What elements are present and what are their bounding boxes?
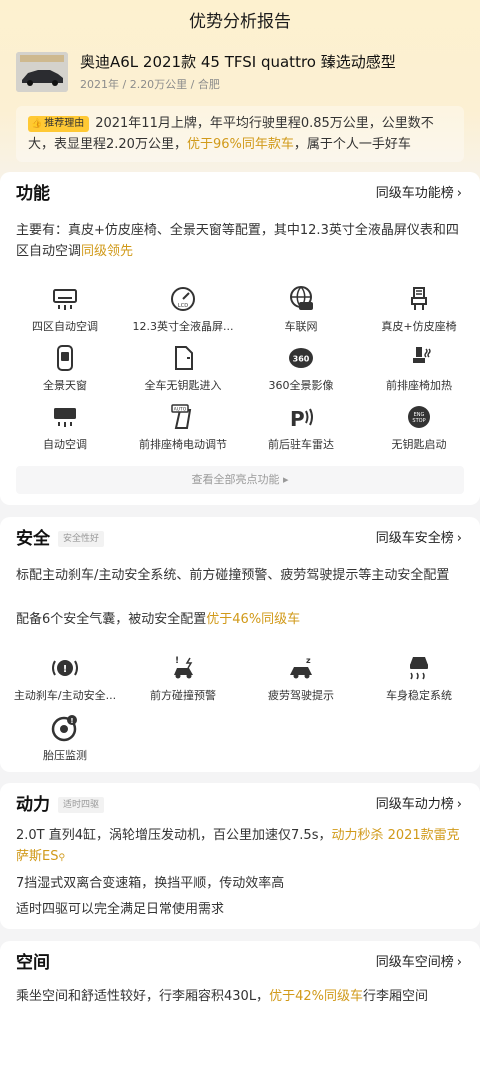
safety-tag: 安全性好 bbox=[58, 531, 105, 547]
push-start-icon: ENGSTOP bbox=[408, 406, 430, 428]
function-feature-item[interactable]: P 前后驻车雷达 bbox=[242, 402, 360, 453]
lcd-gauge-icon: LCD bbox=[171, 287, 195, 311]
function-feature-label: 自动空调 bbox=[43, 438, 87, 451]
svg-text:360: 360 bbox=[293, 355, 310, 364]
function-feature-item[interactable]: 四区自动空调 bbox=[6, 284, 124, 335]
recommend-highlight: 优于96%同年款车 bbox=[186, 137, 294, 152]
leather-seat-icon bbox=[411, 287, 427, 310]
recommend-badge: 👍 推荐理由 bbox=[28, 116, 90, 132]
auto-ac-icon bbox=[54, 408, 76, 427]
safety-feature-item[interactable]: ! 主动刹车/主动安全... bbox=[6, 653, 124, 704]
function-feature-label: 四区自动空调 bbox=[32, 320, 98, 333]
power-card: 动力 适时四驱 同级车动力榜 › 2.0T 直列4缸，涡轮增压发动机，百公里加速仅7… bbox=[0, 783, 480, 929]
power-seat-icon: AUTO bbox=[171, 404, 192, 429]
tire-pressure-icon: ! bbox=[51, 715, 77, 742]
view-all-features-button[interactable]: 查看全部亮点功能 ▸ bbox=[16, 466, 464, 494]
function-feature-label: 前后驻车雷达 bbox=[268, 438, 334, 451]
safety-feature-item[interactable]: 车身稳定系统 bbox=[360, 653, 478, 704]
power-line3: 适时四驱可以完全满足日常使用需求 bbox=[16, 902, 225, 917]
stability-control-icon bbox=[410, 657, 428, 680]
sunroof-icon bbox=[57, 345, 73, 371]
function-feature-label: 无钥匙启动 bbox=[391, 438, 447, 451]
space-line1: 乘坐空间和舒适性较好，行李厢容积430L，优于42%同级车行李厢空间 bbox=[16, 989, 428, 1004]
recommend-box: 👍 推荐理由 2021年11月上牌，年平均行驶里程0.85万公里，公里数不大，表显里… bbox=[16, 106, 464, 162]
svg-text:!: ! bbox=[63, 664, 68, 675]
safety-feature-label: 主动刹车/主动安全... bbox=[13, 689, 117, 702]
function-feature-label: 全景天窗 bbox=[43, 379, 87, 392]
function-card: 功能 同级车功能榜 › 主要有：真皮+仿皮座椅、全景天窗等配置，其中12.3英寸全… bbox=[0, 172, 480, 505]
safety-title: 安全 安全性好 bbox=[16, 525, 105, 553]
space-rank-link[interactable]: 同级车空间榜 › bbox=[376, 951, 462, 975]
function-feature-item[interactable]: 自动空调 bbox=[6, 402, 124, 453]
safety-line1: 标配主动刹车/主动安全系统、前方碰撞预警、疲劳驾驶提示等主动安全配置 bbox=[16, 568, 450, 583]
chevron-right-icon: › bbox=[456, 186, 462, 201]
safety-feature-item[interactable]: ! 胎压监测 bbox=[6, 713, 124, 764]
page-title: 优势分析报告 bbox=[189, 12, 291, 32]
function-title: 功能 bbox=[16, 184, 50, 204]
chevron-right-icon: › bbox=[456, 797, 462, 812]
function-feature-label: 全车无钥匙进入 bbox=[144, 379, 222, 392]
fatigue-alert-icon: z bbox=[290, 656, 312, 679]
function-rank-link[interactable]: 同级车功能榜 › bbox=[376, 182, 462, 206]
function-feature-item[interactable]: LCD 12.3英寸全液晶屏... bbox=[124, 284, 242, 335]
car-name: 奥迪A6L 2021款 45 TFSI quattro 臻选动感型 bbox=[80, 53, 396, 71]
function-feature-label: 12.3英寸全液晶屏... bbox=[132, 320, 234, 333]
collision-warning-icon: ! bbox=[174, 656, 193, 679]
safety-feature-item[interactable]: ! 前方碰撞预警 bbox=[124, 653, 242, 704]
power-title: 动力 适时四驱 bbox=[16, 791, 105, 819]
svg-text:STOP: STOP bbox=[412, 418, 425, 424]
function-feature-label: 前排座椅加热 bbox=[386, 379, 452, 392]
svg-text:AUTO: AUTO bbox=[174, 407, 187, 413]
function-feature-item[interactable]: AUTO 前排座椅电动调节 bbox=[124, 402, 242, 453]
caret-right-icon: ▸ bbox=[282, 473, 289, 486]
safety-feature-label: 疲劳驾驶提示 bbox=[268, 689, 334, 702]
camera-360-icon: 360 bbox=[289, 348, 313, 368]
connected-car-icon bbox=[290, 286, 313, 310]
function-feature-label: 360全景影像 bbox=[268, 379, 334, 392]
svg-text:!: ! bbox=[175, 656, 179, 666]
power-rank-link[interactable]: 同级车动力榜 › bbox=[376, 793, 462, 817]
function-feature-item[interactable]: ENG STOP 无钥匙启动 bbox=[360, 402, 478, 453]
function-feature-item[interactable]: 车联网 bbox=[242, 284, 360, 335]
function-feature-item[interactable]: 前排座椅加热 bbox=[360, 343, 478, 394]
power-line1: 2.0T 直列4缸，涡轮增压发动机，百公里加速仅7.5s，动力秒杀 2021款雷… bbox=[16, 828, 460, 864]
svg-text:LCD: LCD bbox=[178, 303, 188, 309]
safety-rank-link[interactable]: 同级车安全榜 › bbox=[376, 527, 462, 551]
function-feature-label: 前排座椅电动调节 bbox=[139, 438, 227, 451]
chevron-right-icon: › bbox=[456, 531, 462, 546]
function-summary: 主要有：真皮+仿皮座椅、全景天窗等配置，其中12.3英寸全液晶屏仪表和四区自动空… bbox=[16, 223, 459, 259]
safety-line2: 配备6个安全气囊，被动安全配置优于46%同级车 bbox=[16, 612, 301, 627]
chevron-right-icon: › bbox=[456, 955, 462, 970]
power-line2: 7挡湿式双离合变速箱，换挡平顺，传动效率高 bbox=[16, 876, 285, 891]
power-tag: 适时四驱 bbox=[58, 797, 105, 813]
safety-feature-label: 车身稳定系统 bbox=[386, 689, 452, 702]
safety-feature-label: 前方碰撞预警 bbox=[150, 689, 216, 702]
safety-feature-item[interactable]: z 疲劳驾驶提示 bbox=[242, 653, 360, 704]
parking-radar-icon: P bbox=[290, 407, 313, 431]
safety-card: 安全 安全性好 同级车安全榜 › 标配主动刹车/主动安全系统、前方碰撞预警、疲劳驾驶… bbox=[0, 517, 480, 772]
thumb-up-icon: 👍 bbox=[31, 119, 43, 129]
keyless-entry-icon bbox=[175, 346, 193, 370]
function-feature-item[interactable]: 真皮+仿皮座椅 bbox=[360, 284, 478, 335]
svg-text:P: P bbox=[290, 407, 305, 431]
function-feature-item[interactable]: 全车无钥匙进入 bbox=[124, 343, 242, 394]
function-feature-item[interactable]: 全景天窗 bbox=[6, 343, 124, 394]
function-feature-label: 车联网 bbox=[284, 320, 318, 333]
ac-icon bbox=[53, 289, 77, 310]
space-title: 空间 bbox=[16, 953, 50, 973]
car-subtitle: 2021年 / 2.20万公里 / 合肥 bbox=[80, 78, 220, 91]
safety-feature-label: 胎压监测 bbox=[43, 749, 87, 762]
search-icon: ⚲ bbox=[58, 853, 66, 863]
car-thumbnail bbox=[16, 52, 68, 92]
space-card: 空间 同级车空间榜 › 乘坐空间和舒适性较好，行李厢容积430L，优于42%同级车… bbox=[0, 941, 480, 1065]
function-feature-item[interactable]: 360 360全景影像 bbox=[242, 343, 360, 394]
svg-text:z: z bbox=[306, 656, 311, 665]
recommend-text: 👍 推荐理由 2021年11月上牌，年平均行驶里程0.85万公里，公里数不大，表显里… bbox=[28, 116, 434, 152]
active-brake-icon: ! bbox=[52, 660, 78, 676]
function-feature-label: 真皮+仿皮座椅 bbox=[381, 320, 457, 333]
svg-text:!: ! bbox=[70, 717, 73, 725]
seat-heating-icon bbox=[413, 347, 431, 363]
